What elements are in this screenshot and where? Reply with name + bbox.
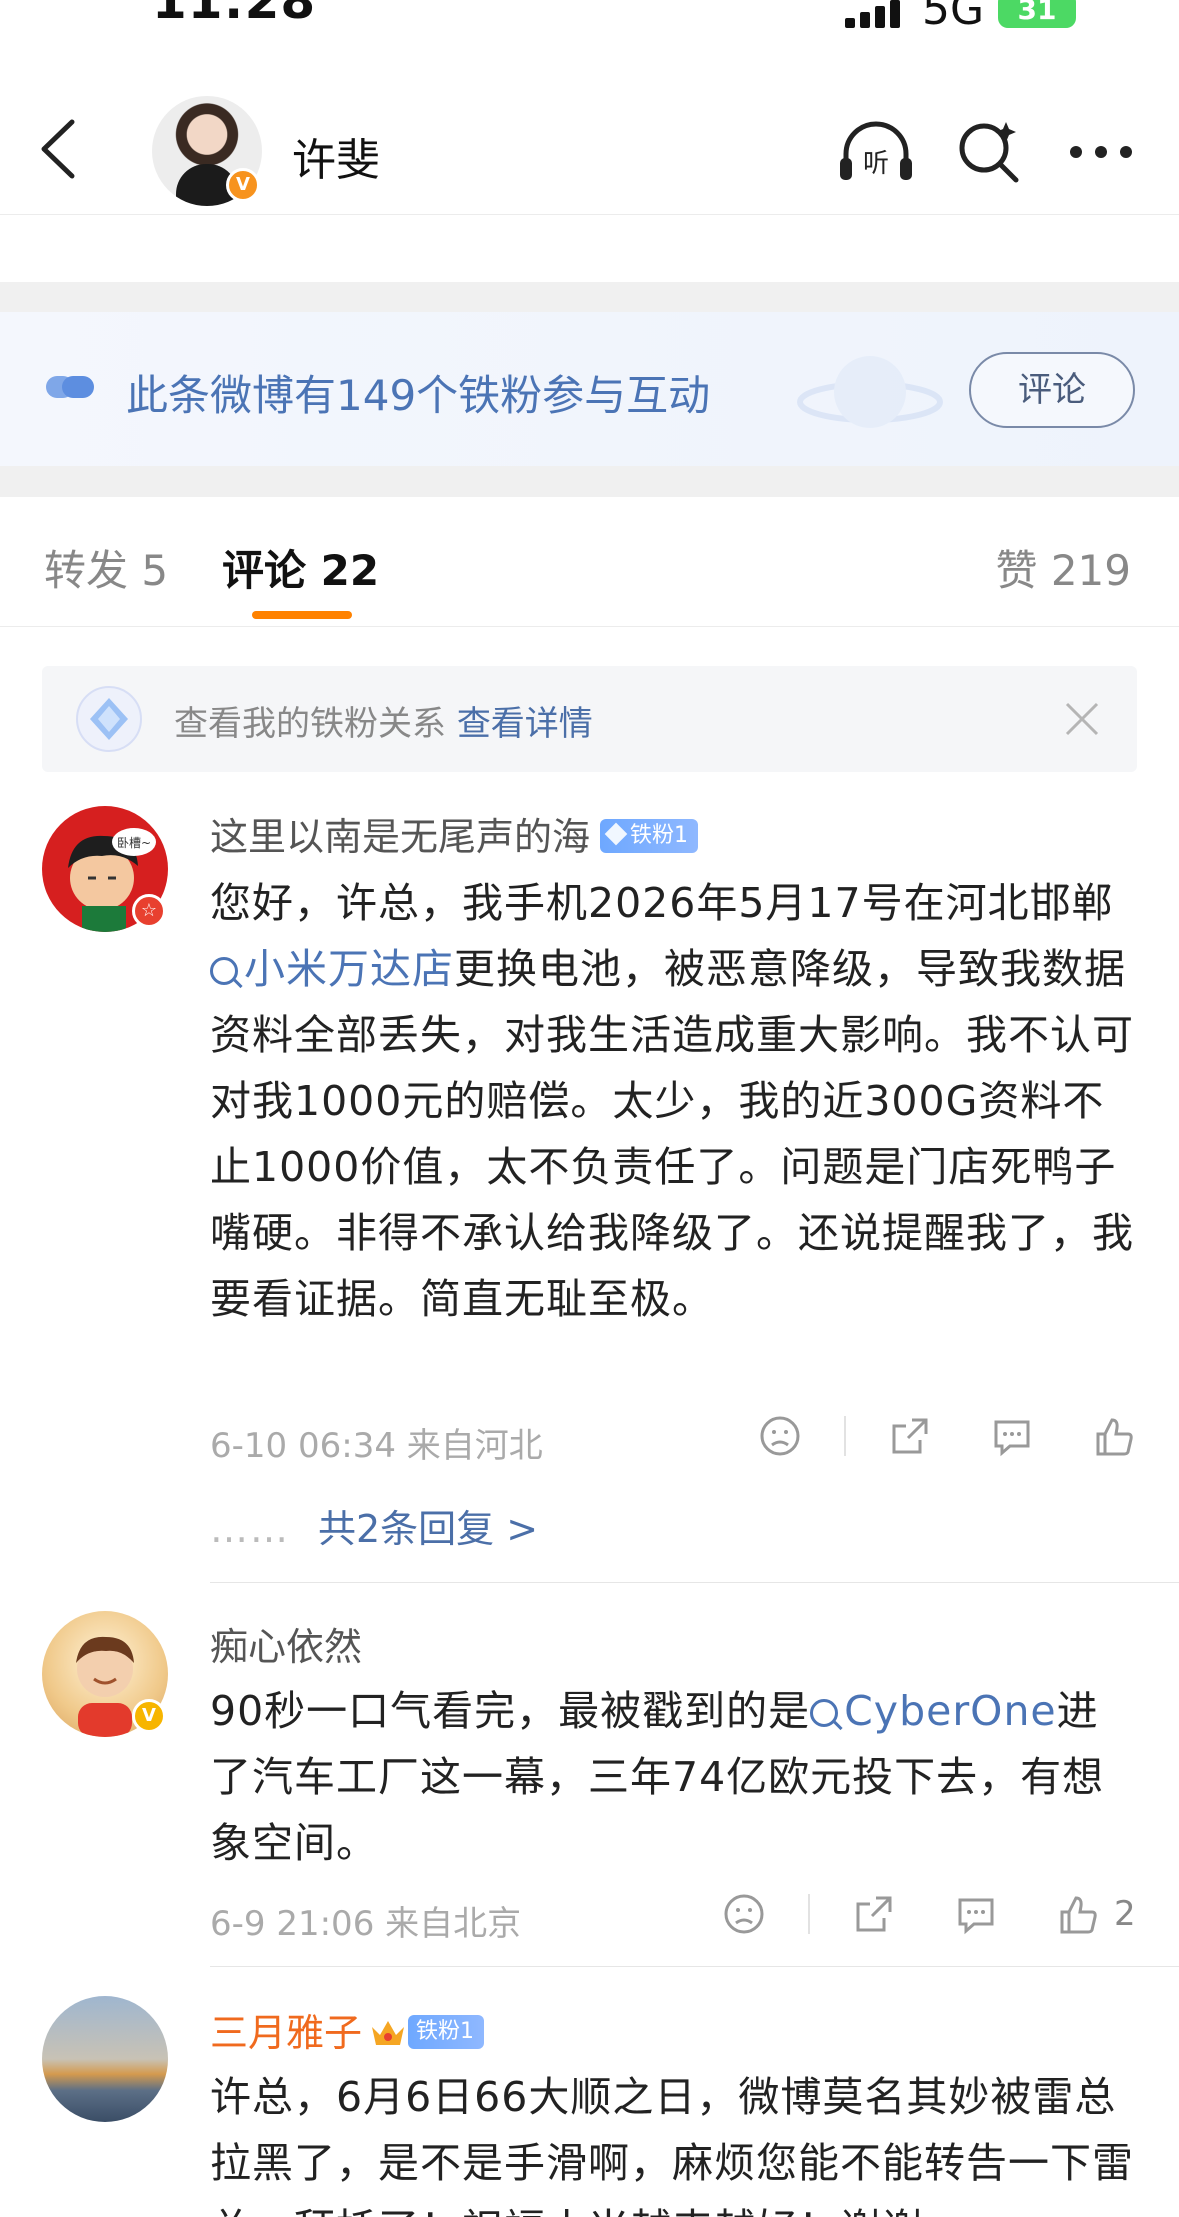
comment-text: 90秒一口气看完，最被戳到的是 CyberOne进了汽车工厂这一幕，三年74亿欧元… xyxy=(210,1678,1140,1876)
commenter-name-text: 三月雅子 xyxy=(210,2011,363,2055)
replies-count: 共2条回复 > xyxy=(318,1507,539,1551)
avatar-caption: 卧槽~ xyxy=(117,836,151,850)
battery-icon: 31 xyxy=(998,0,1076,28)
comment-button[interactable]: 评论 xyxy=(969,352,1135,428)
comment-text-part: 更换电池，被恶意降级，导致我数据资料全部丢失，对我生活造成重大影响。我不认可对我… xyxy=(210,945,1134,1323)
comment-meta: 6-9 21:06 来自北京 xyxy=(210,1904,522,1944)
comment-divider xyxy=(210,1966,1179,1967)
topic-link[interactable]: CyberOne xyxy=(810,1687,1056,1735)
like-icon[interactable] xyxy=(1056,1892,1100,1936)
signal-icon xyxy=(845,0,900,28)
comment-divider xyxy=(210,1582,1179,1583)
listen-icon[interactable]: 听 xyxy=(836,120,916,184)
dislike-icon[interactable] xyxy=(722,1892,766,1936)
svg-text:听: 听 xyxy=(863,149,889,179)
back-icon[interactable] xyxy=(34,114,84,184)
comment-icon[interactable] xyxy=(954,1892,998,1936)
section-divider xyxy=(0,282,1179,312)
interaction-tabs: 转发 5 评论 22 赞 219 xyxy=(0,497,1179,627)
search-icon xyxy=(210,957,238,985)
status-bar: 11:28 5G 31 xyxy=(0,0,1179,40)
comment-text: 许总，6月6日66大顺之日，微博莫名其妙被雷总拉黑了，是不是手滑啊，麻烦您能不能… xyxy=(210,2073,1134,2217)
comment-text: 您好，许总，我手机2026年5月17号在河北邯郸小米万达店更换电池，被恶意降级，… xyxy=(210,870,1140,1332)
comment-actions: 2 xyxy=(722,1892,1136,1936)
fan-level-text: 铁粉1 xyxy=(630,822,689,848)
view-replies-link[interactable]: …… 共2条回复 > xyxy=(210,1498,538,1553)
fan-level-tag: 铁粉1 xyxy=(600,818,699,853)
verified-badge: V xyxy=(132,1699,166,1733)
notice-label: 查看我的铁粉关系 xyxy=(174,704,446,744)
comment-text-part: 您好，许总，我手机2026年5月17号在河北邯郸 xyxy=(210,879,1114,927)
comment-actions xyxy=(758,1414,1136,1458)
commenter-name[interactable]: 三月雅子 铁粉1 xyxy=(210,2002,485,2057)
planet-decoration-icon xyxy=(797,356,943,428)
commenter-avatar[interactable] xyxy=(42,1996,168,2122)
share-icon[interactable] xyxy=(888,1414,932,1458)
top-nav: V 许斐 听 xyxy=(0,80,1179,215)
crown-icon xyxy=(372,2020,405,2045)
commenter-name[interactable]: 痴心依然 xyxy=(210,1616,362,1671)
search-icon xyxy=(810,1699,839,1727)
network-type: 5G xyxy=(922,0,985,35)
notice-text: 查看我的铁粉关系 查看详情 xyxy=(174,696,593,745)
close-icon[interactable] xyxy=(1063,700,1101,738)
comment-icon[interactable] xyxy=(990,1414,1034,1458)
topic-link[interactable]: 小米万达店 xyxy=(210,945,454,993)
commenter-name-text: 这里以南是无尾声的海 xyxy=(210,815,591,859)
comment-meta: 6-10 06:34 来自河北 xyxy=(210,1426,543,1466)
status-time: 11:28 xyxy=(152,0,317,30)
star-badge: ☆ xyxy=(132,894,166,928)
fan-level-tag: 铁粉1 xyxy=(408,2014,485,2049)
fan-banner-text: 此条微博有149个铁粉参与互动 xyxy=(126,371,711,420)
comment-text-part: 90秒一口气看完，最被戳到的是 xyxy=(210,1687,811,1735)
view-details-link[interactable]: 查看详情 xyxy=(457,704,593,744)
section-divider xyxy=(0,466,1179,497)
active-tab-indicator xyxy=(252,611,352,619)
tab-repost[interactable]: 转发 5 xyxy=(44,537,168,598)
topic-text: 小米万达店 xyxy=(244,945,454,993)
fan-relation-notice: 查看我的铁粉关系 查看详情 xyxy=(42,666,1137,772)
like-count: 2 xyxy=(1114,1894,1136,1934)
share-icon[interactable] xyxy=(852,1892,896,1936)
like-icon[interactable] xyxy=(1092,1414,1136,1458)
tab-comment[interactable]: 评论 22 xyxy=(222,537,379,598)
dislike-icon[interactable] xyxy=(758,1414,802,1458)
verified-badge: V xyxy=(226,168,260,202)
action-divider xyxy=(808,1894,810,1934)
fan-interaction-banner: 此条微博有149个铁粉参与互动 评论 xyxy=(0,312,1179,466)
tab-like[interactable]: 赞 219 xyxy=(995,537,1131,598)
fan-level-text: 铁粉1 xyxy=(416,2018,475,2044)
action-divider xyxy=(844,1416,846,1456)
commenter-name[interactable]: 这里以南是无尾声的海 铁粉1 xyxy=(210,806,699,861)
diamond-icon xyxy=(76,686,142,752)
search-icon[interactable] xyxy=(956,118,1022,184)
reply-dots: …… xyxy=(210,1507,290,1551)
fan-icon xyxy=(46,376,94,398)
user-name[interactable]: 许斐 xyxy=(292,124,380,188)
more-icon[interactable] xyxy=(1068,144,1134,160)
topic-text: CyberOne xyxy=(844,1687,1057,1735)
